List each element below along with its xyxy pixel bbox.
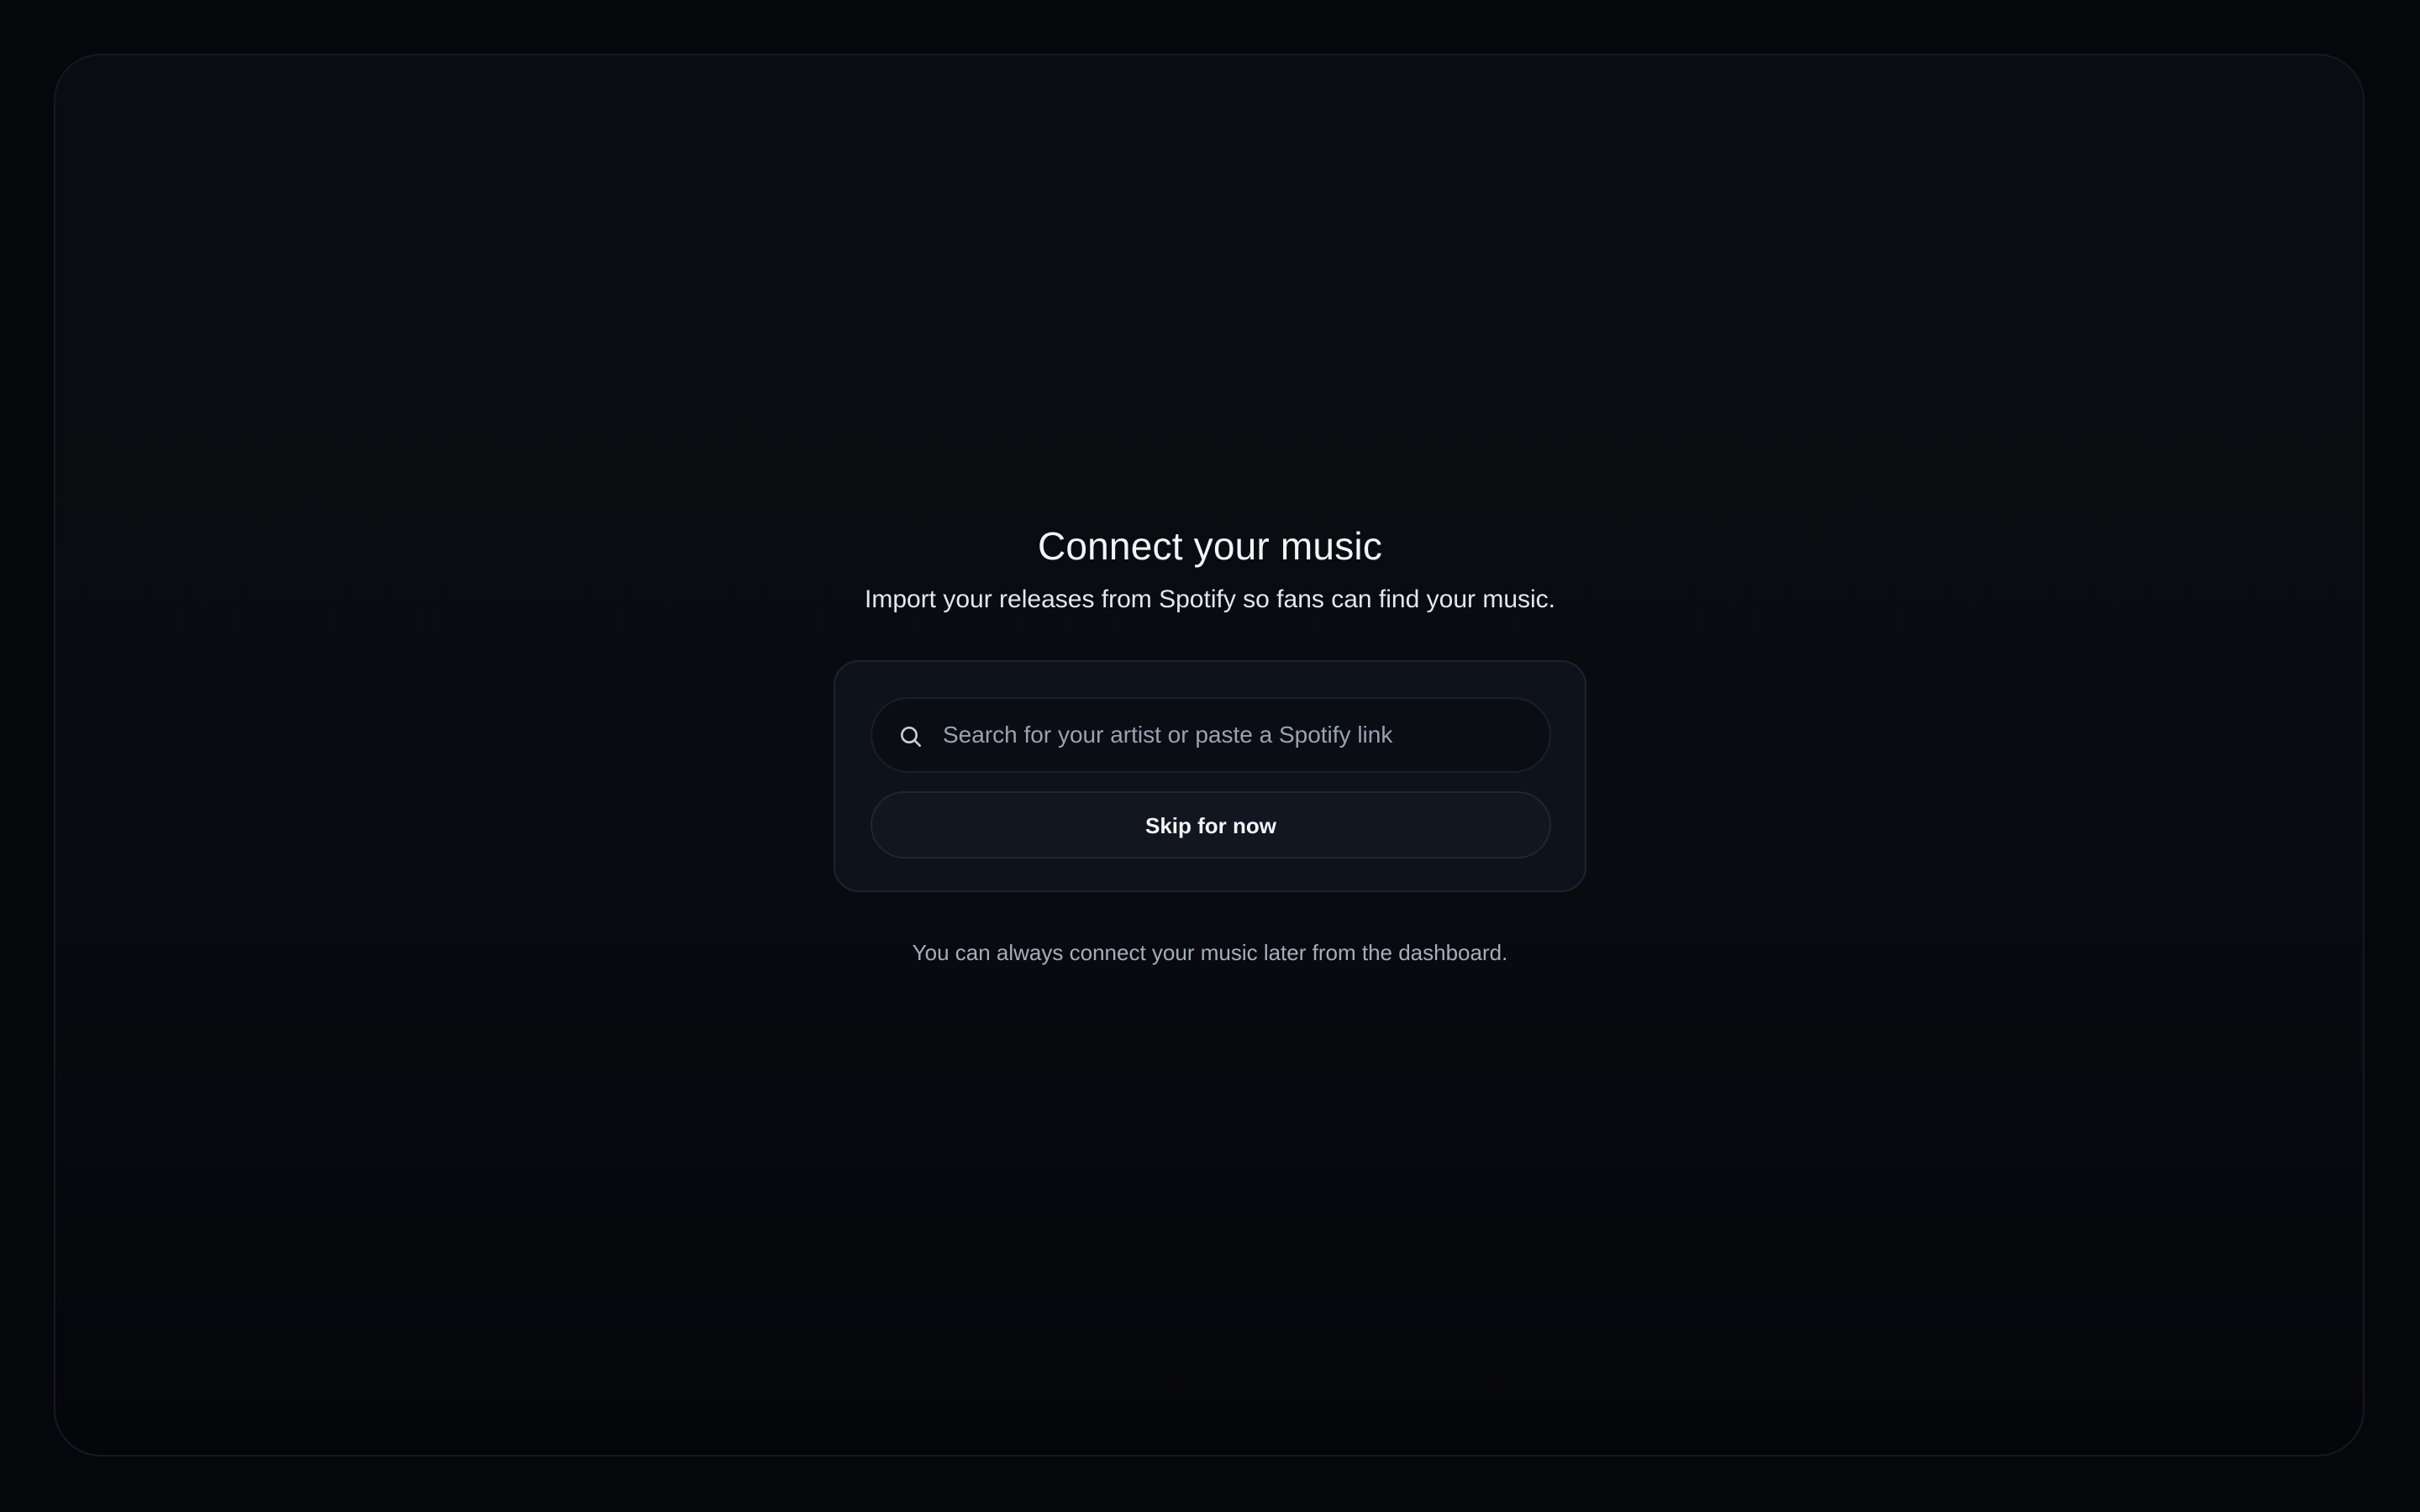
connect-card: Skip for now	[834, 660, 1586, 892]
search-input[interactable]	[943, 699, 1531, 771]
footnote-text: You can always connect your music later …	[912, 940, 1508, 965]
skip-button[interactable]: Skip for now	[871, 791, 1551, 858]
page-title: Connect your music	[1037, 524, 1383, 568]
page-subtitle: Import your releases from Spotify so fan…	[865, 585, 1555, 613]
search-field[interactable]	[871, 697, 1551, 773]
onboarding-screen: Connect your music Import your releases …	[0, 0, 2420, 1512]
search-icon	[901, 727, 921, 747]
